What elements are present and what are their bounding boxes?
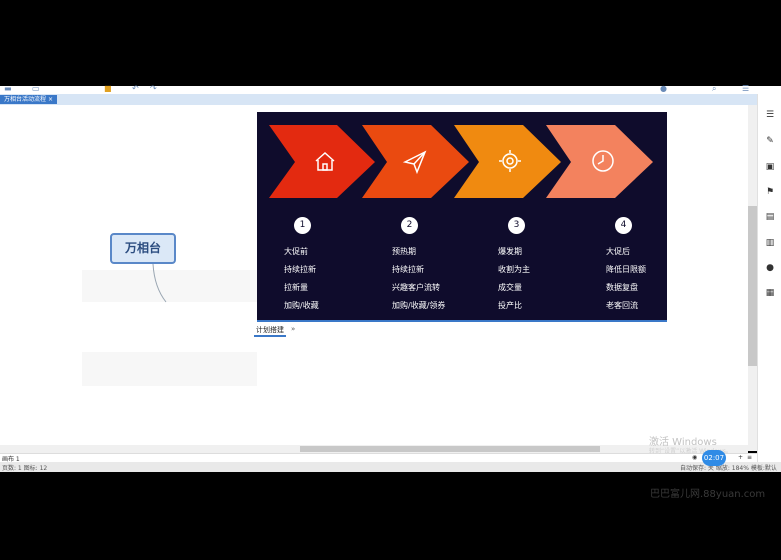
page-count-text: 页数: 1 图标: 12 xyxy=(2,465,48,472)
outline-icon[interactable]: ☰ xyxy=(765,110,775,120)
redo-icon[interactable]: ↷ xyxy=(150,85,157,93)
connector-line xyxy=(152,264,167,303)
stage-item: 大促前 xyxy=(284,247,308,256)
ghost-topic-area xyxy=(82,352,257,386)
vertical-scroll-thumb[interactable] xyxy=(748,206,757,366)
stage-item: 加购/收藏/领券 xyxy=(392,301,446,310)
stage-item: 兴趣客户流转 xyxy=(392,283,440,292)
stage-item: 降低日限额 xyxy=(606,265,646,274)
stage-item: 数据复盘 xyxy=(606,283,638,292)
recording-timer[interactable]: 02:07 xyxy=(702,450,726,466)
stage-number: 3 xyxy=(508,217,525,234)
search-icon[interactable]: ⌕ xyxy=(712,85,716,93)
image-icon[interactable]: ▣ xyxy=(765,162,775,172)
view-icon[interactable]: ◉ xyxy=(692,454,697,461)
stage-item: 收割为主 xyxy=(498,265,530,274)
comment-box-icon[interactable]: ▤ xyxy=(765,212,775,222)
open-icon[interactable]: ▭ xyxy=(32,85,40,93)
promo-process-image[interactable]: 1 2 3 4 大促前 持续拉新 拉新量 加购/收藏 预热期 持续拉新 兴趣客户… xyxy=(257,112,667,320)
document-tab[interactable]: 万相台活动流程 × xyxy=(0,95,57,104)
stage-item: 投产比 xyxy=(498,301,522,310)
horizontal-scroll-thumb[interactable] xyxy=(300,446,600,452)
stage-number: 1 xyxy=(294,217,311,234)
stage-item: 成交量 xyxy=(498,283,522,292)
top-black-area xyxy=(0,0,781,86)
menu-lines-icon[interactable]: ≡ xyxy=(747,454,752,461)
stage-number: 2 xyxy=(401,217,418,234)
mindmap-root-node[interactable]: 万相台 xyxy=(110,233,176,264)
clipboard-icon[interactable]: ▦ xyxy=(765,288,775,298)
sheet-expand-icon[interactable]: » xyxy=(291,325,295,333)
flag-icon[interactable]: ⚑ xyxy=(765,187,775,197)
site-watermark: 巴巴富儿网.88yuan.com xyxy=(650,489,766,500)
close-tab-icon[interactable]: × xyxy=(48,96,53,103)
stage-item: 爆发期 xyxy=(498,247,522,256)
document-tab-label: 万相台活动流程 xyxy=(4,96,47,103)
zoom-in-icon[interactable]: + xyxy=(738,454,743,461)
folder-icon[interactable]: ■ xyxy=(104,85,112,93)
stage-item: 大促后 xyxy=(606,247,630,256)
stage-item: 老客回流 xyxy=(606,301,638,310)
lightbulb-icon[interactable]: ● xyxy=(660,85,667,93)
image-bottom-border xyxy=(257,320,667,322)
right-side-panel: ☰ ✎ ▣ ⚑ ▤ ▥ ● ▦ xyxy=(757,94,781,462)
stage-1-arrow xyxy=(269,125,375,198)
undo-icon[interactable]: ↶ xyxy=(132,85,139,93)
stage-item: 预热期 xyxy=(392,247,416,256)
stage-item: 加购/收藏 xyxy=(284,301,319,310)
bottom-status-bar: 页数: 1 图标: 12 自动保存: 关 缩放: 184% 模板:默认 xyxy=(0,462,781,472)
menu-icon[interactable]: ▬ xyxy=(4,85,12,93)
style-brush-icon[interactable]: ✎ xyxy=(765,136,775,146)
chat-icon[interactable]: ● xyxy=(765,263,775,273)
note-icon[interactable]: ▥ xyxy=(765,238,775,248)
stage-item: 持续拉新 xyxy=(284,265,316,274)
stage-4-arrow xyxy=(546,125,653,198)
settings-icon[interactable]: ☰ xyxy=(742,85,749,93)
stage-item: 持续拉新 xyxy=(392,265,424,274)
stage-item: 拉新量 xyxy=(284,283,308,292)
sheet-tab[interactable]: 计划搭建 xyxy=(254,325,286,337)
stage-number: 4 xyxy=(615,217,632,234)
save-zoom-text: 自动保存: 关 缩放: 184% 模板:默认 xyxy=(680,465,777,472)
